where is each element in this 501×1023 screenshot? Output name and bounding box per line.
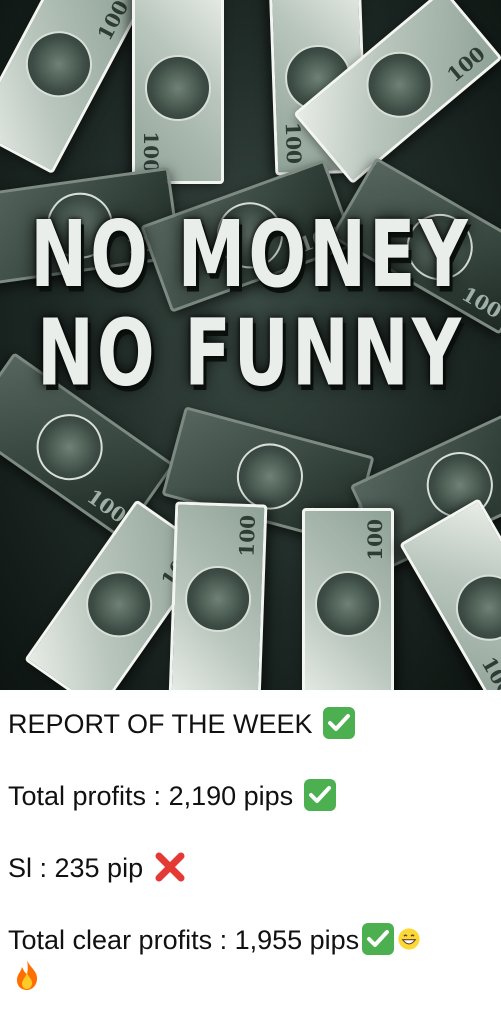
check-mark-emoji-icon xyxy=(323,707,356,739)
total-clear-profits-text: Total clear profits : 1,955 pips xyxy=(8,925,360,955)
headline-line-1: NO MONEY xyxy=(30,202,471,309)
banknote-illustration xyxy=(168,501,268,690)
stop-loss-line: Sl : 235 pip xyxy=(8,850,493,886)
fire-emoji-icon xyxy=(17,960,38,990)
total-profits-text: Total profits : 2,190 pips xyxy=(8,781,294,811)
banknote-illustration xyxy=(132,0,224,184)
banknote-illustration xyxy=(302,508,394,690)
report-title-text: REPORT OF THE WEEK xyxy=(8,709,313,739)
cross-mark-emoji-icon xyxy=(155,852,185,882)
check-mark-emoji-icon xyxy=(362,923,395,955)
report-title: REPORT OF THE WEEK xyxy=(8,706,493,742)
headline-line-2: NO FUNNY xyxy=(36,301,465,409)
check-mark-emoji-icon xyxy=(303,779,336,811)
report-text: REPORT OF THE WEEK Total profits : 2,190… xyxy=(0,690,501,994)
image-headline: NO MONEY NO FUNNY xyxy=(0,202,501,409)
grinning-face-emoji-icon xyxy=(398,928,420,950)
banknote-illustration xyxy=(0,0,145,175)
total-clear-profits-line: Total clear profits : 1,955 pips xyxy=(8,922,493,994)
total-profits-line: Total profits : 2,190 pips xyxy=(8,778,493,814)
post-image[interactable]: NO MONEY NO FUNNY xyxy=(0,0,501,690)
stop-loss-text: Sl : 235 pip xyxy=(8,853,144,883)
